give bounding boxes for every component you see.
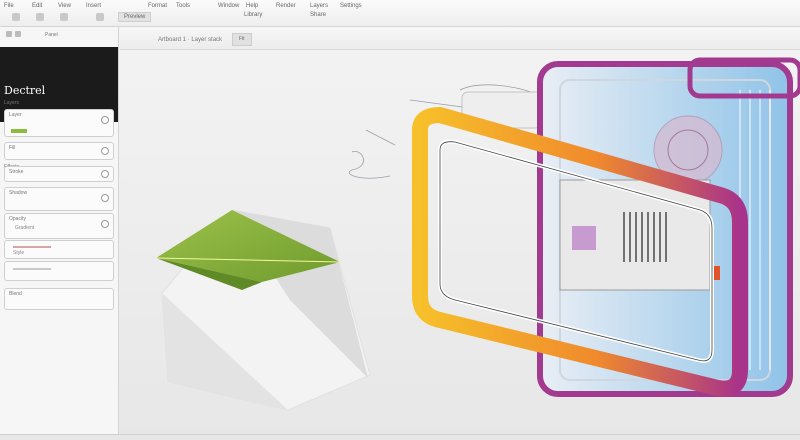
middle-frame	[559, 179, 720, 291]
folded-envelope-shape	[155, 209, 371, 411]
canvas-artwork	[155, 57, 800, 411]
